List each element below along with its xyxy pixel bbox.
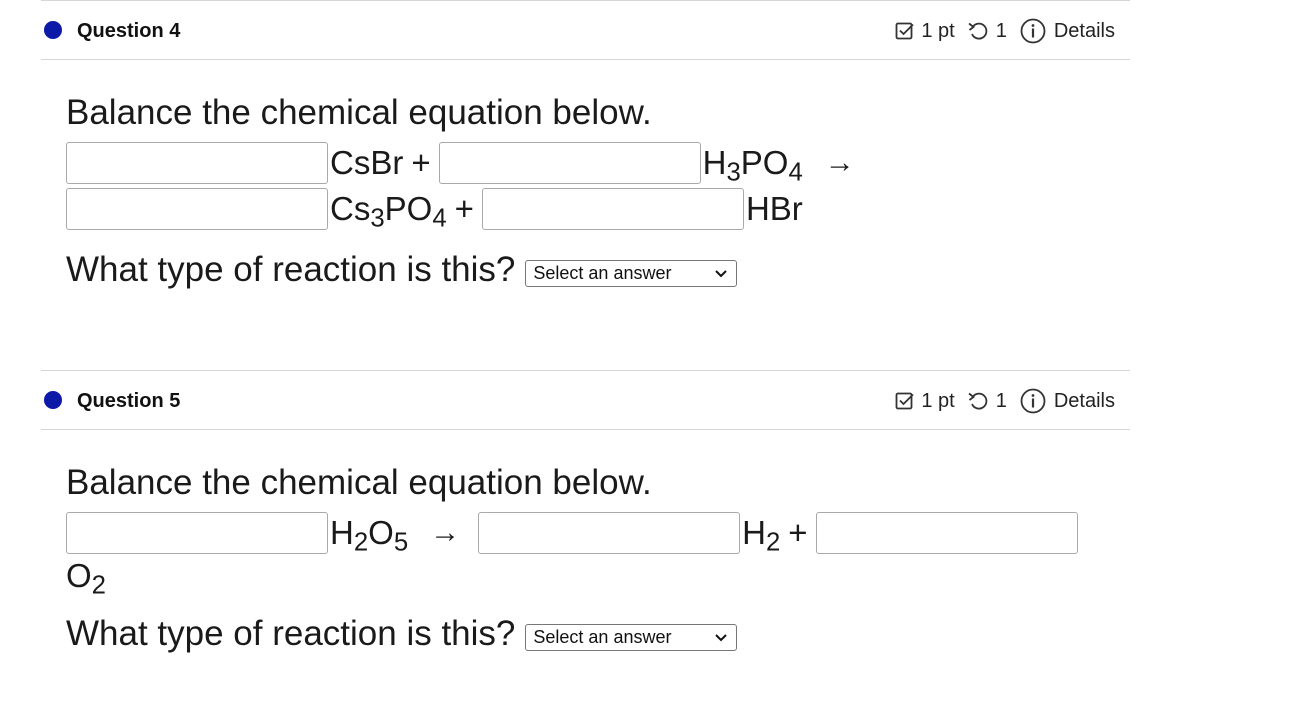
question-4: Question 4 1 pt 1 Details Balance the ch…	[41, 0, 1130, 290]
equation-line-1: CsBr + H3PO4 →	[66, 140, 1130, 186]
question-meta: 1 pt 1 Details	[895, 388, 1115, 414]
details-link[interactable]: Details	[1054, 390, 1115, 413]
details-link[interactable]: Details	[1054, 20, 1115, 43]
coefficient-input-h2o5[interactable]	[66, 512, 328, 554]
question-status-dot	[44, 21, 62, 39]
question-prompt: Balance the chemical equation below.	[66, 93, 652, 132]
reaction-type-select[interactable]: Select an answer	[525, 259, 738, 288]
select-value: Select an answer	[533, 262, 672, 283]
coefficient-input-hbr[interactable]	[481, 188, 744, 230]
reaction-type-row: What type of reaction is this? Select an…	[66, 250, 1130, 290]
tries-count: 1	[995, 389, 1007, 412]
tries-count: 1	[995, 19, 1007, 42]
checkbox-check-icon	[895, 21, 915, 41]
formula-hbr: HBr	[745, 190, 803, 227]
retry-icon	[967, 391, 989, 411]
question-prompt: Balance the chemical equation below.	[66, 463, 652, 502]
reaction-arrow: →	[430, 516, 461, 549]
question-status-dot	[44, 391, 62, 409]
select-value: Select an answer	[533, 626, 672, 647]
retry-icon	[967, 21, 989, 41]
question-title: Question 5	[77, 390, 181, 412]
checkbox-check-icon	[895, 391, 915, 411]
quiz-page: Question 4 1 pt 1 Details Balance the ch…	[0, 0, 1303, 708]
formula-csbr: CsBr	[330, 144, 404, 181]
reaction-arrow: →	[824, 146, 855, 179]
formula-h3po4: H3PO4	[702, 144, 803, 187]
formula-h2: H2	[742, 514, 781, 557]
equation-line-2: Cs3PO4 + HBr	[66, 186, 1130, 232]
formula-o2: O2	[66, 557, 106, 600]
question-body: Balance the chemical equation below. CsB…	[41, 60, 1130, 290]
reaction-type-question: What type of reaction is this?	[66, 250, 516, 289]
question-meta: 1 pt 1 Details	[895, 18, 1115, 44]
question-header: Question 4 1 pt 1 Details	[41, 0, 1130, 60]
question-5: Question 5 1 pt 1 Details Balance the ch…	[41, 370, 1130, 654]
points-label: 1 pt	[921, 389, 955, 412]
formula-cs3po4: Cs3PO4	[330, 190, 447, 233]
question-header: Question 5 1 pt 1 Details	[41, 370, 1130, 430]
question-title: Question 4	[77, 20, 181, 42]
coefficient-input-cs3po4[interactable]	[66, 188, 328, 230]
reaction-type-row: What type of reaction is this? Select an…	[66, 614, 1130, 654]
coefficient-input-csbr[interactable]	[66, 142, 328, 184]
plus-sign: +	[788, 514, 808, 551]
chevron-down-icon	[714, 265, 728, 288]
coefficient-input-h3po4[interactable]	[438, 142, 701, 184]
info-icon[interactable]	[1020, 18, 1046, 44]
coefficient-input-o2[interactable]	[815, 512, 1078, 554]
reaction-type-select[interactable]: Select an answer	[525, 623, 738, 652]
equation-line-1: H2O5 → H2 +	[66, 510, 1130, 556]
equation-line-2: O2	[66, 556, 1130, 600]
plus-sign: +	[454, 190, 474, 227]
info-icon[interactable]	[1020, 388, 1046, 414]
plus-sign: +	[411, 144, 431, 181]
points-label: 1 pt	[921, 19, 955, 42]
formula-h2o5: H2O5	[330, 514, 409, 557]
reaction-type-question: What type of reaction is this?	[66, 614, 516, 653]
chevron-down-icon	[714, 629, 728, 652]
question-body: Balance the chemical equation below. H2O…	[41, 430, 1130, 654]
coefficient-input-h2[interactable]	[478, 512, 741, 554]
